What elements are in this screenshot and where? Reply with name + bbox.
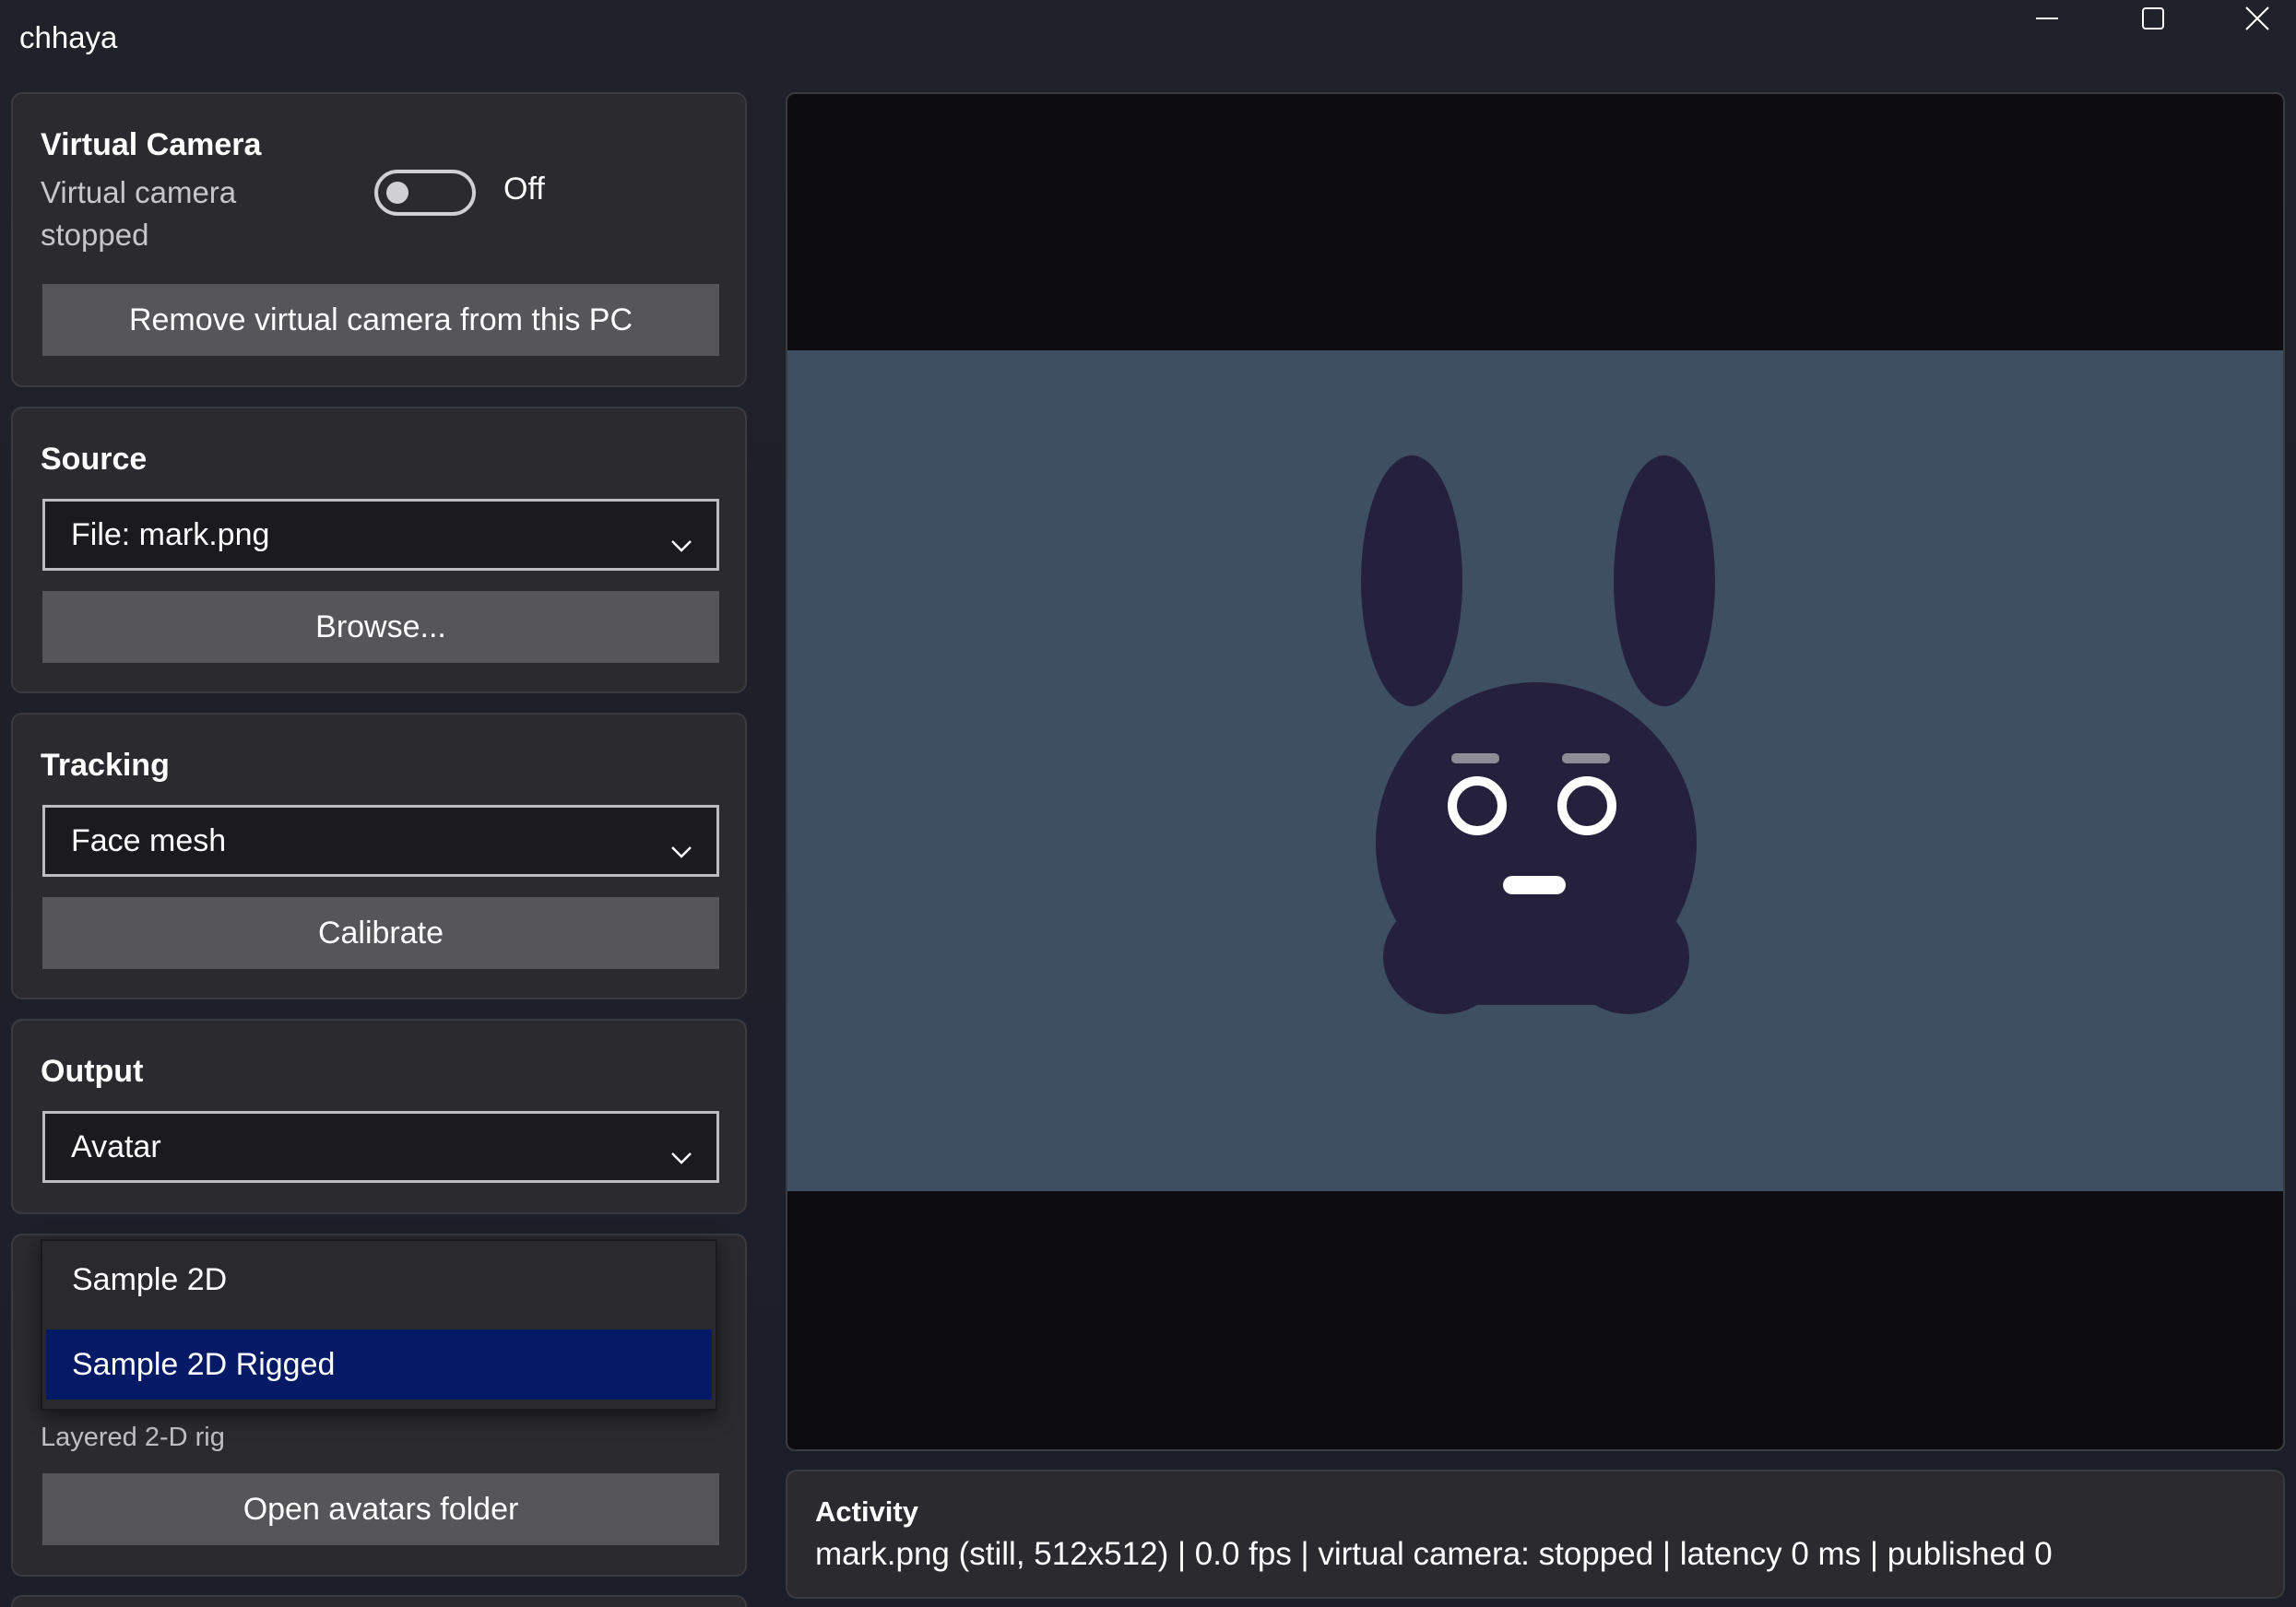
- app-window: chhaya Virtual Camera Virtual camera sto…: [0, 0, 2296, 1607]
- preview-panel: [786, 92, 2285, 1451]
- virtual-camera-toggle[interactable]: [374, 170, 476, 216]
- avatar-mouth: [1503, 876, 1566, 894]
- virtual-camera-status-line1: Virtual camera: [41, 175, 237, 209]
- next-card: [11, 1595, 747, 1607]
- source-selected-value: File: mark.png: [71, 516, 270, 552]
- tracking-title: Tracking: [41, 748, 170, 783]
- close-button[interactable]: [2207, 0, 2296, 37]
- tracking-select[interactable]: Face mesh: [42, 805, 719, 877]
- avatar-right-ear: [1614, 455, 1715, 706]
- avatar-right-brow: [1562, 753, 1610, 763]
- chevron-down-icon: [670, 526, 692, 561]
- minimize-button[interactable]: [1996, 0, 2098, 37]
- browse-button[interactable]: Browse...: [42, 591, 719, 663]
- close-icon: [2244, 6, 2270, 31]
- source-card: Source File: mark.png Browse...: [11, 407, 747, 693]
- avatar-option-sample-2d-rigged[interactable]: Sample 2D Rigged: [46, 1329, 712, 1400]
- toggle-knob: [386, 182, 408, 204]
- virtual-camera-card: Virtual Camera Virtual camera stopped Of…: [11, 92, 747, 387]
- title-bar: chhaya: [0, 0, 2296, 83]
- activity-status: mark.png (still, 512x512) | 0.0 fps | vi…: [815, 1536, 2053, 1572]
- output-title: Output: [41, 1054, 144, 1089]
- avatar-option-sample-2d[interactable]: Sample 2D: [46, 1245, 712, 1315]
- app-title: chhaya: [19, 20, 118, 54]
- chevron-down-icon: [670, 1138, 692, 1174]
- virtual-camera-title: Virtual Camera: [41, 127, 262, 162]
- virtual-camera-status-line2: stopped: [41, 218, 149, 252]
- avatar-dropdown-list: Sample 2D Sample 2D Rigged: [41, 1239, 717, 1411]
- avatar-left-brow: [1451, 753, 1499, 763]
- calibrate-button[interactable]: Calibrate: [42, 897, 719, 969]
- remove-virtual-camera-button[interactable]: Remove virtual camera from this PC: [42, 284, 719, 356]
- avatar-description: Layered 2-D rig: [41, 1423, 225, 1452]
- source-select[interactable]: File: mark.png: [42, 499, 719, 571]
- output-selected-value: Avatar: [71, 1128, 161, 1164]
- minimize-icon: [2035, 6, 2059, 30]
- output-select[interactable]: Avatar: [42, 1111, 719, 1183]
- maximize-button[interactable]: [2102, 0, 2204, 37]
- tracking-card: Tracking Face mesh Calibrate: [11, 713, 747, 999]
- source-title: Source: [41, 442, 148, 477]
- virtual-camera-toggle-label: Off: [503, 171, 545, 207]
- chevron-down-icon: [670, 832, 692, 868]
- avatar-preview: [1361, 455, 1715, 1014]
- preview-image: [787, 350, 2283, 1191]
- activity-title: Activity: [815, 1495, 918, 1528]
- tracking-selected-value: Face mesh: [71, 822, 227, 858]
- open-avatars-folder-button[interactable]: Open avatars folder: [42, 1473, 719, 1545]
- maximize-icon: [2141, 6, 2165, 30]
- output-card: Output Avatar: [11, 1019, 747, 1214]
- avatar-left-ear: [1361, 455, 1462, 706]
- activity-panel: Activity mark.png (still, 512x512) | 0.0…: [786, 1470, 2285, 1599]
